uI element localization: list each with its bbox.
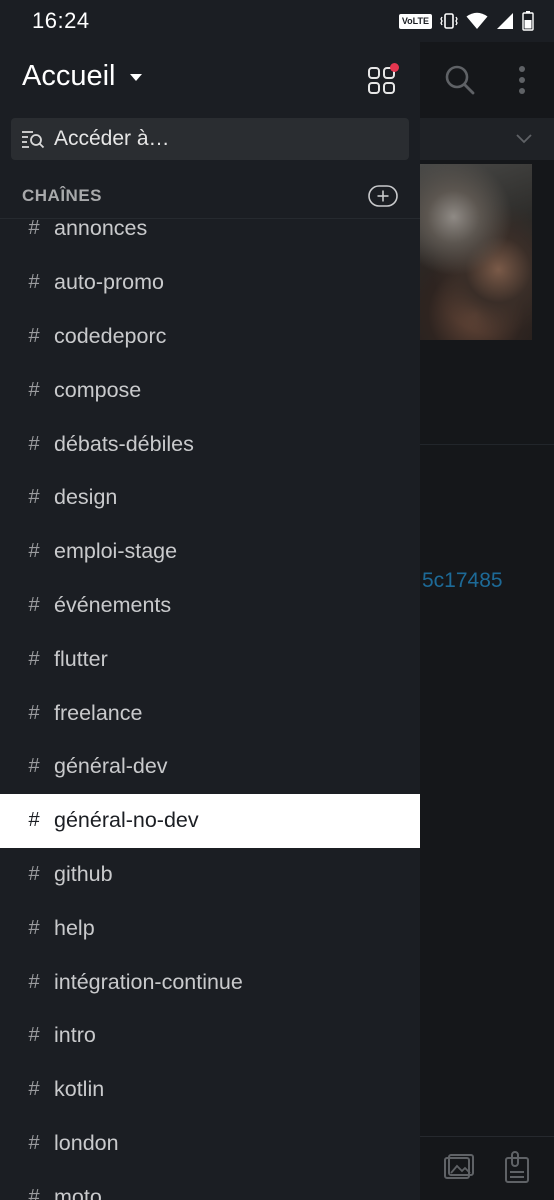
- hash-icon: #: [28, 862, 40, 885]
- channel-item[interactable]: # intro: [0, 1009, 420, 1063]
- hash-icon: #: [28, 916, 40, 939]
- notification-dot: [390, 63, 399, 72]
- hash-icon: #: [28, 432, 40, 455]
- navigation-drawer: Accueil Accéder à… CHAÎNES # annonces # …: [0, 42, 420, 1200]
- hash-icon: #: [28, 1185, 40, 1200]
- divider: [420, 444, 554, 445]
- channel-name: moto: [54, 1184, 102, 1200]
- channel-name: flutter: [54, 646, 108, 671]
- channel-name: événements: [54, 592, 172, 617]
- jump-search-icon: [22, 131, 45, 149]
- channel-name: compose: [54, 377, 142, 402]
- channel-view-header: [420, 42, 554, 118]
- channel-name: freelance: [54, 700, 143, 725]
- hash-icon: #: [28, 1024, 40, 1047]
- channel-item[interactable]: # kotlin: [0, 1063, 420, 1117]
- hash-icon: #: [28, 540, 40, 563]
- channel-info-bar[interactable]: [420, 118, 554, 160]
- channel-name: help: [54, 915, 95, 940]
- hash-icon: #: [28, 647, 40, 670]
- channel-name: auto-promo: [54, 270, 164, 295]
- channel-name: général-no-dev: [54, 808, 199, 833]
- wifi-icon: [466, 12, 488, 29]
- status-bar: 16:24 VoLTE: [0, 0, 554, 42]
- channel-item[interactable]: # emploi-stage: [0, 525, 420, 579]
- hash-icon: #: [28, 755, 40, 778]
- jump-to-search[interactable]: Accéder à…: [11, 118, 409, 160]
- channel-name: london: [54, 1130, 119, 1155]
- image-icon[interactable]: [442, 1151, 476, 1185]
- channel-item[interactable]: # auto-promo: [0, 256, 420, 310]
- hash-icon: #: [28, 809, 40, 832]
- channels-section-header[interactable]: CHAÎNES: [0, 175, 420, 217]
- hash-icon: #: [28, 486, 40, 509]
- channel-item[interactable]: # débats-débiles: [0, 417, 420, 471]
- channel-item[interactable]: # london: [0, 1117, 420, 1171]
- workspace-title: Accueil: [22, 60, 116, 92]
- signal-icon: [497, 13, 513, 29]
- channel-item[interactable]: # codedeporc: [0, 310, 420, 364]
- channel-name: intro: [54, 1023, 96, 1048]
- hash-icon: #: [28, 970, 40, 993]
- channel-item[interactable]: # intégration-continue: [0, 955, 420, 1009]
- channels-section-title: CHAÎNES: [22, 186, 103, 205]
- message-image[interactable]: [420, 164, 532, 340]
- channel-item[interactable]: # annonces: [0, 219, 420, 256]
- channel-item[interactable]: # freelance: [0, 686, 420, 740]
- volte-icon: VoLTE: [398, 13, 432, 29]
- channel-item[interactable]: # design: [0, 471, 420, 525]
- apps-button[interactable]: [364, 62, 400, 98]
- channel-name: intégration-continue: [54, 969, 243, 994]
- channel-item[interactable]: # compose: [0, 363, 420, 417]
- channel-list-viewport: # annonces # auto-promo # codedeporc # compose #…: [0, 219, 420, 1200]
- hash-icon: #: [28, 271, 40, 294]
- battery-icon: [522, 11, 534, 31]
- search-icon[interactable]: [442, 62, 478, 98]
- channel-name: codedeporc: [54, 323, 167, 348]
- status-time: 16:24: [32, 8, 90, 33]
- chevron-down-icon: [514, 130, 534, 148]
- hash-icon: #: [28, 701, 40, 724]
- drawer-header: Accueil: [0, 42, 420, 118]
- channel-item[interactable]: # flutter: [0, 632, 420, 686]
- channel-item[interactable]: # général-dev: [0, 740, 420, 794]
- hash-icon: #: [28, 593, 40, 616]
- channel-name: github: [54, 861, 113, 886]
- workspace-switcher[interactable]: Accueil: [22, 60, 142, 93]
- channel-item[interactable]: # général-no-dev: [0, 793, 420, 848]
- message-link-text[interactable]: 5c17485: [422, 569, 503, 593]
- status-icons: VoLTE: [398, 10, 534, 32]
- hash-icon: #: [28, 1131, 40, 1154]
- more-options-icon[interactable]: [510, 62, 534, 98]
- hash-icon: #: [28, 1078, 40, 1101]
- caret-down-icon: [129, 74, 142, 81]
- channel-name: kotlin: [54, 1077, 105, 1102]
- channel-name: design: [54, 485, 118, 510]
- jump-placeholder: Accéder à…: [54, 127, 170, 150]
- add-channel-icon[interactable]: [368, 185, 398, 207]
- message-composer: [420, 1136, 554, 1200]
- channel-name: emploi-stage: [54, 539, 178, 564]
- channel-name: débats-débiles: [54, 431, 194, 456]
- channel-item[interactable]: # github: [0, 848, 420, 902]
- channel-list: # annonces # auto-promo # codedeporc # compose #…: [0, 219, 420, 1200]
- channel-item[interactable]: # moto: [0, 1170, 420, 1200]
- channel-item[interactable]: # événements: [0, 579, 420, 633]
- hash-icon: #: [28, 324, 40, 347]
- hash-icon: #: [28, 219, 40, 240]
- channel-item[interactable]: # help: [0, 901, 420, 955]
- hash-icon: #: [28, 378, 40, 401]
- channel-name: général-dev: [54, 754, 168, 779]
- vibrate-icon: [440, 13, 458, 29]
- screen: 16:24 VoLTE 5c17485 Accueil Accéder à… C…: [0, 0, 554, 1200]
- channel-name: annonces: [54, 219, 148, 241]
- attachment-icon[interactable]: [502, 1149, 532, 1185]
